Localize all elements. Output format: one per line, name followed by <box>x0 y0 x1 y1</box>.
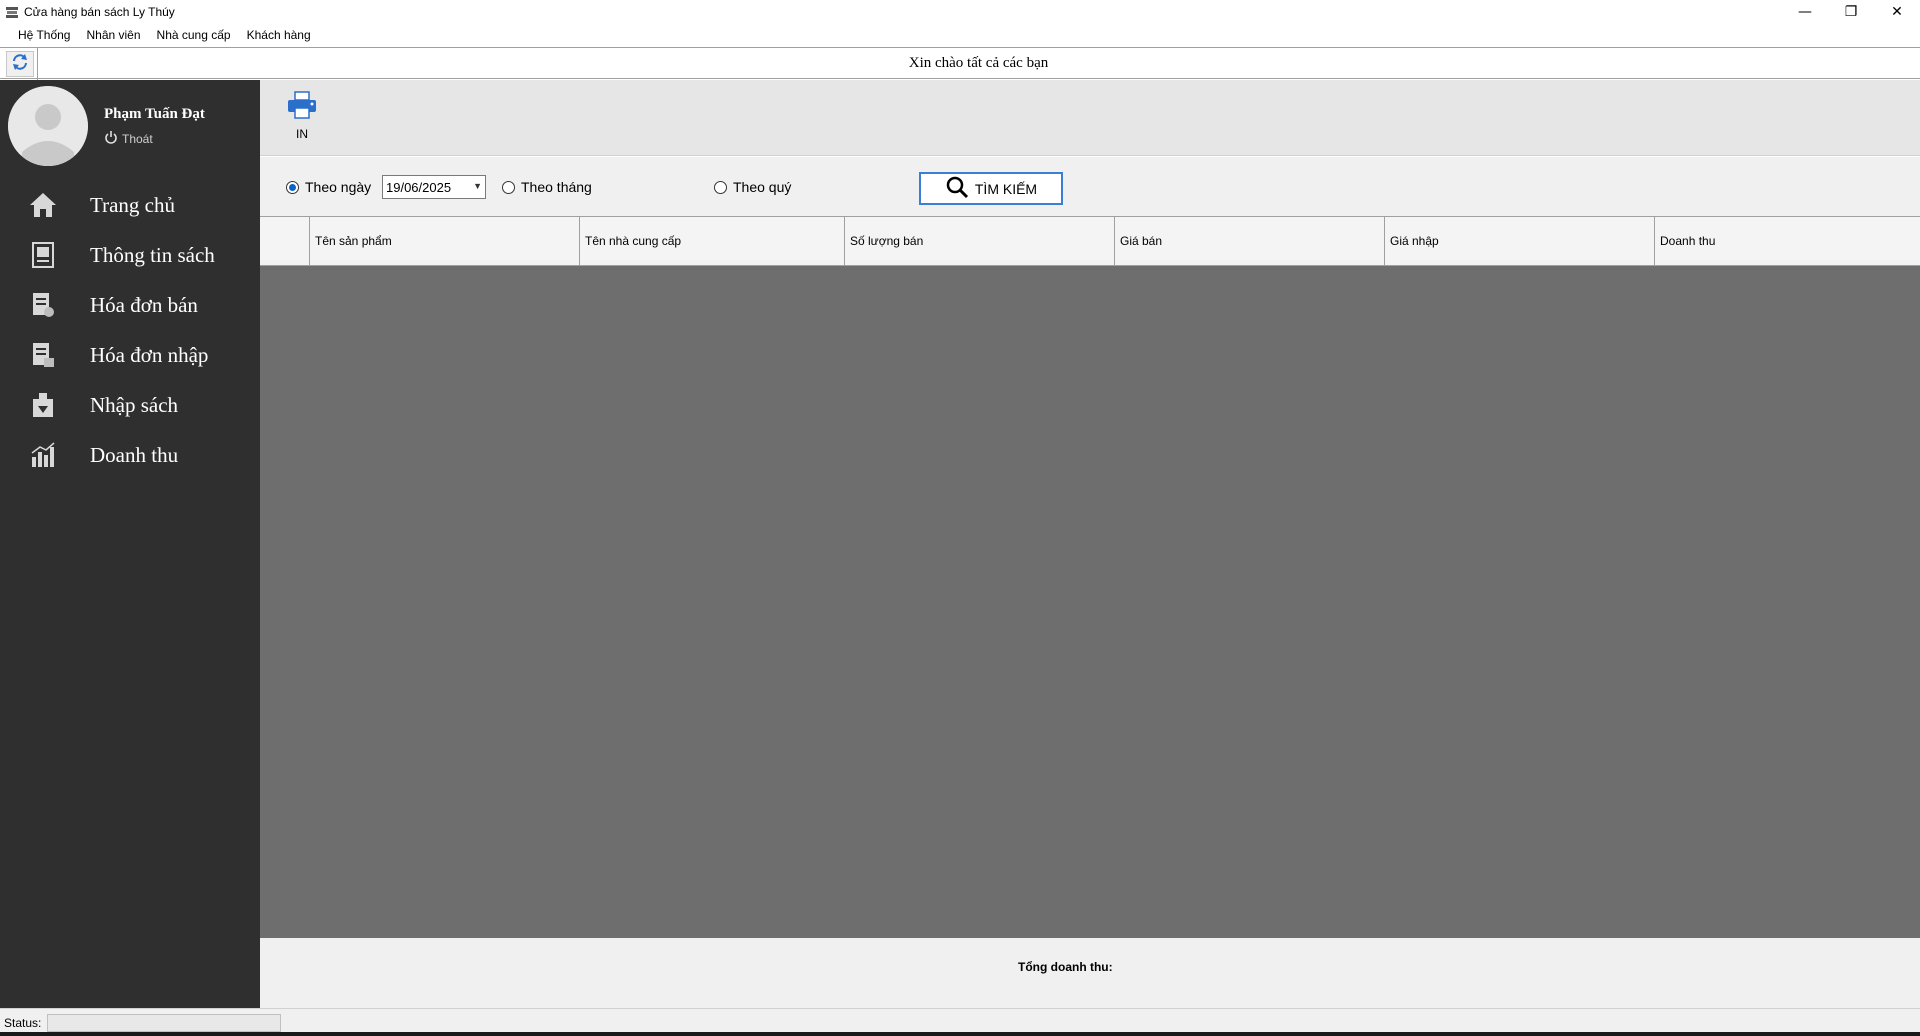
menu-bar: Hệ Thống Nhân viên Nhà cung cấp Khách hà… <box>0 24 1920 46</box>
window-title: Cửa hàng bán sách Ly Thúy <box>24 5 175 19</box>
menu-nha-cung-cap[interactable]: Nhà cung cấp <box>149 28 239 42</box>
purchase-invoice-icon <box>28 340 58 370</box>
sidebar-item-label: Hóa đơn nhập <box>90 342 209 367</box>
radio-label: Theo tháng <box>521 179 592 195</box>
close-button[interactable]: ✕ <box>1874 0 1920 24</box>
minimize-button[interactable]: — <box>1782 0 1828 24</box>
power-icon <box>104 130 118 147</box>
sidebar-item-label: Doanh thu <box>90 442 179 467</box>
logout-button[interactable]: Thoát <box>104 130 153 147</box>
refresh-button[interactable] <box>6 51 34 77</box>
sidebar-item-label: Hóa đơn bán <box>90 292 198 317</box>
header-strip: Xin chào tất cả các bạn <box>0 47 1920 80</box>
print-panel: IN <box>260 80 1920 156</box>
menu-khach-hang[interactable]: Khách hàng <box>239 28 319 42</box>
status-label: Status: <box>4 1015 42 1030</box>
print-button[interactable]: IN <box>282 90 322 146</box>
sidebar-item-label: Thông tin sách <box>90 242 215 267</box>
printer-icon <box>286 90 318 125</box>
menu-he-thong[interactable]: Hệ Thống <box>10 28 78 42</box>
sidebar-item-label: Nhập sách <box>90 392 179 417</box>
print-label: IN <box>296 127 308 141</box>
book-info-icon <box>28 240 58 270</box>
refresh-icon <box>10 52 30 77</box>
radio-theo-quy[interactable]: Theo quý <box>714 179 791 195</box>
sidebar: Phạm Tuấn Đạt Thoát Trang chủ Thông tin … <box>0 80 260 1008</box>
import-book-icon <box>28 390 58 420</box>
sidebar-item-label: Trang chủ <box>90 192 175 217</box>
sidebar-item-hoa-don-ban[interactable]: Hóa đơn bán <box>0 280 260 330</box>
table-header: Tên sản phẩm Tên nhà cung cấp Số lượng b… <box>260 216 1920 266</box>
sidebar-nav: Trang chủ Thông tin sách Hóa đơn bán Hóa… <box>0 180 260 480</box>
radio-theo-thang[interactable]: Theo tháng <box>502 179 592 195</box>
main-content: IN Theo ngày 19/06/2025 ▼ Theo tháng The… <box>260 80 1920 1008</box>
column-header[interactable]: Doanh thu <box>1655 217 1920 265</box>
filter-panel: Theo ngày 19/06/2025 ▼ Theo tháng Theo q… <box>260 156 1920 218</box>
title-bar: Cửa hàng bán sách Ly Thúy — ❐ ✕ <box>0 0 1920 24</box>
radio-dot <box>502 180 515 194</box>
radio-dot <box>286 180 299 194</box>
column-header[interactable]: Tên nhà cung cấp <box>580 217 845 265</box>
avatar <box>8 86 88 166</box>
user-name: Phạm Tuấn Đạt <box>104 106 205 122</box>
column-header[interactable]: Giá nhập <box>1385 217 1655 265</box>
sidebar-item-hoa-don-nhap[interactable]: Hóa đơn nhập <box>0 330 260 380</box>
date-picker[interactable]: 19/06/2025 ▼ <box>382 175 486 199</box>
home-icon <box>28 190 58 220</box>
sidebar-item-thong-tin-sach[interactable]: Thông tin sách <box>0 230 260 280</box>
logout-label: Thoát <box>122 131 153 146</box>
sales-invoice-icon <box>28 290 58 320</box>
column-header[interactable]: Số lượng bán <box>845 217 1115 265</box>
status-field <box>47 1013 282 1032</box>
column-header[interactable]: Giá bán <box>1115 217 1385 265</box>
search-label: TÌM KIẾM <box>974 180 1038 197</box>
sidebar-item-trang-chu[interactable]: Trang chủ <box>0 180 260 230</box>
maximize-button[interactable]: ❐ <box>1828 0 1874 24</box>
app-window: Cửa hàng bán sách Ly Thúy — ❐ ✕ Hệ Thống… <box>0 0 1920 1036</box>
total-revenue-label: Tổng doanh thu: <box>1018 960 1113 974</box>
search-button[interactable]: TÌM KIẾM <box>919 172 1063 205</box>
bottom-strip <box>0 1032 1920 1036</box>
radio-theo-ngay[interactable]: Theo ngày <box>286 179 371 195</box>
revenue-chart-icon <box>28 440 58 470</box>
table-body[interactable] <box>260 266 1920 938</box>
sidebar-item-doanh-thu[interactable]: Doanh thu <box>0 430 260 480</box>
sidebar-item-nhap-sach[interactable]: Nhập sách <box>0 380 260 430</box>
radio-dot <box>714 180 727 194</box>
greeting-text: Xin chào tất cả các bạn <box>908 54 1049 71</box>
radio-label: Theo ngày <box>305 179 372 195</box>
menu-nhan-vien[interactable]: Nhân viên <box>78 28 148 42</box>
column-header[interactable]: Tên sản phẩm <box>310 217 580 265</box>
calendar-dropdown-icon[interactable]: ▼ <box>473 181 482 191</box>
radio-label: Theo quý <box>733 179 792 195</box>
window-controls: — ❐ ✕ <box>1782 0 1920 24</box>
magnifier-icon <box>945 175 969 202</box>
date-value: 19/06/2025 <box>386 179 452 195</box>
book-stack-icon <box>4 4 20 20</box>
row-header-cell <box>260 217 310 265</box>
footer-panel: Tổng doanh thu: <box>260 938 1920 1008</box>
